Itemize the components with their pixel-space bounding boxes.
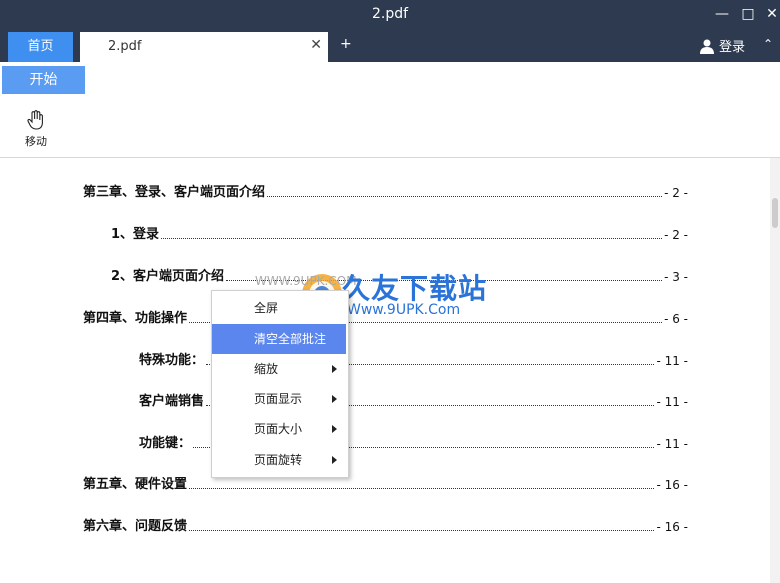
ribbon-toolbar: 开始 移动 (0, 62, 780, 158)
toc-entry[interactable]: 第三章、登录、客户端页面介绍 - 2 - (83, 182, 688, 200)
context-menu: 全屏 清空全部批注 缩放 页面显示 页面大小 页面旋转 (211, 290, 349, 478)
submenu-arrow-icon (332, 395, 337, 403)
close-tab-icon[interactable]: ✕ (310, 37, 322, 53)
vertical-scrollbar[interactable] (770, 158, 780, 583)
toc-entry-title: 第三章、登录、客户端页面介绍 (83, 185, 266, 200)
toc-entry-title: 1、登录 (111, 227, 160, 242)
start-tab-button[interactable]: 开始 (2, 66, 85, 94)
menu-item-page-size[interactable]: 页面大小 (212, 414, 346, 444)
scrollbar-thumb[interactable] (772, 198, 778, 228)
minimize-button[interactable]: — (712, 4, 732, 24)
toc-entry-title: 2、客户端页面介绍 (111, 269, 225, 284)
toc-entry-page: - 16 - (656, 478, 688, 492)
toc-leader (226, 280, 663, 281)
menu-item-label: 缩放 (254, 362, 279, 376)
collapse-ribbon-icon[interactable]: ⌃ (763, 37, 773, 51)
toc-entry-title: 客户端销售 (139, 394, 205, 409)
hand-icon (27, 110, 43, 130)
menu-item-label: 全屏 (254, 301, 279, 315)
menu-item-page-display[interactable]: 页面显示 (212, 384, 346, 414)
menu-item-label: 页面旋转 (254, 453, 303, 467)
menu-item-label: 页面显示 (254, 392, 303, 406)
menu-item-zoom[interactable]: 缩放 (212, 354, 346, 384)
toc-entry[interactable]: 1、登录 - 2 - (111, 224, 688, 242)
tab-document-label: 2.pdf (108, 39, 142, 54)
menu-item-label: 清空全部批注 (254, 332, 327, 346)
tab-document[interactable]: 2.pdf ✕ (80, 32, 328, 62)
maximize-button[interactable]: □ (738, 4, 758, 24)
move-tool-label: 移动 (25, 135, 47, 148)
toc-entry-page: - 6 - (664, 312, 688, 326)
menu-item-label: 页面大小 (254, 422, 303, 436)
toc-leader (161, 238, 663, 239)
add-tab-button[interactable]: + (340, 36, 352, 52)
toc-entry-title: 特殊功能： (139, 353, 205, 368)
toc-entry-title: 第四章、功能操作 (83, 311, 188, 326)
toc-entry-page: - 2 - (664, 186, 688, 200)
login-label: 登录 (719, 40, 746, 55)
toc-entry[interactable]: 第四章、功能操作 - 6 - (83, 308, 688, 326)
document-view[interactable]: 第三章、登录、客户端页面介绍 - 2 - 1、登录 - 2 - 2、客户端页面介绍 -… (0, 158, 770, 583)
toc-leader (267, 196, 663, 197)
toc-leader (189, 488, 655, 489)
toc-entry-page: - 16 - (656, 520, 688, 534)
close-window-button[interactable]: ✕ (762, 4, 780, 24)
toc-entry[interactable]: 第六章、问题反馈 - 16 - (83, 516, 688, 534)
toc-entry-title: 第五章、硬件设置 (83, 477, 188, 492)
submenu-arrow-icon (332, 425, 337, 433)
toc-entry[interactable]: 2、客户端页面介绍 - 3 - (111, 266, 688, 284)
tab-home[interactable]: 首页 (8, 32, 73, 62)
menu-item-clear-annotations[interactable]: 清空全部批注 (212, 324, 346, 354)
submenu-arrow-icon (332, 365, 337, 373)
toc-entry-page: - 3 - (664, 270, 688, 284)
toc-entry-page: - 11 - (656, 395, 688, 409)
move-tool-button[interactable]: 移动 (18, 110, 54, 149)
toc-leader (189, 530, 655, 531)
toc-entry-page: - 11 - (656, 437, 688, 451)
user-icon (700, 39, 714, 54)
toc-entry-title: 第六章、问题反馈 (83, 519, 188, 534)
menu-item-fullscreen[interactable]: 全屏 (212, 293, 346, 323)
title-bar: 2.pdf — □ ✕ 首页 2.pdf ✕ + 登录 ⌃ (0, 0, 780, 62)
toc-entry-page: - 2 - (664, 228, 688, 242)
submenu-arrow-icon (332, 456, 337, 464)
login-button[interactable]: 登录 (700, 36, 745, 55)
toc-entry[interactable]: 第五章、硬件设置 - 16 - (83, 474, 688, 492)
menu-item-page-rotate[interactable]: 页面旋转 (212, 445, 346, 475)
toc-entry-title: 功能键： (139, 436, 192, 451)
toc-entry-page: - 11 - (656, 354, 688, 368)
window-title: 2.pdf (371, 6, 409, 22)
